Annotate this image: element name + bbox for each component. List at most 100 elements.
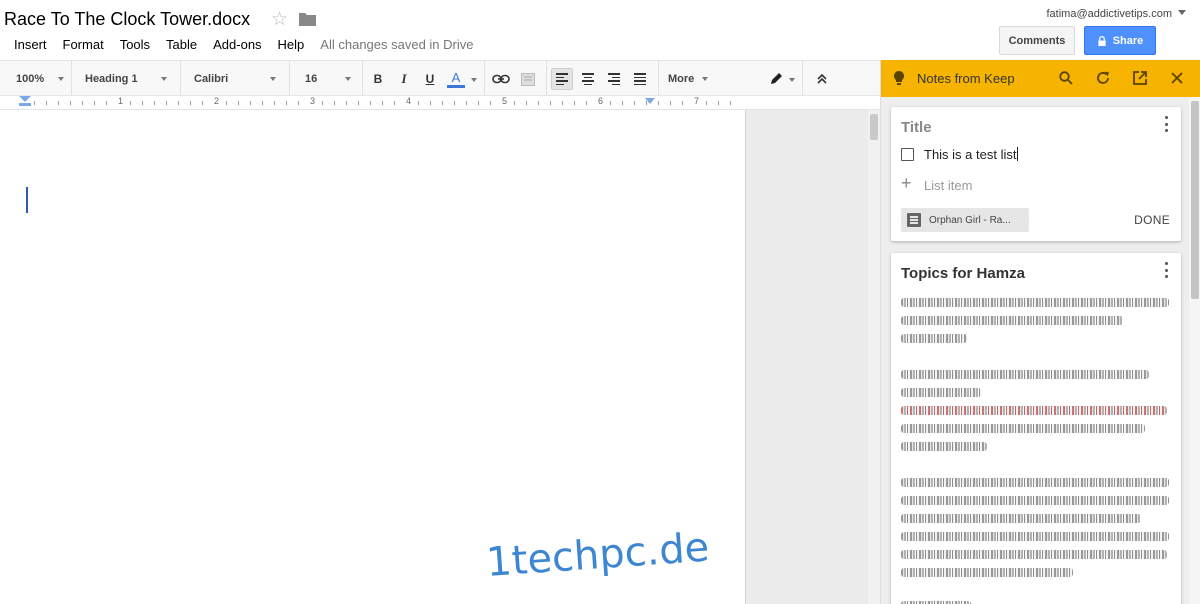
list-item-checkbox[interactable] [901, 148, 914, 161]
link-icon[interactable] [490, 68, 512, 90]
font-select[interactable]: Calibri [194, 68, 276, 90]
underline-button[interactable]: U [419, 68, 441, 90]
ruler-tick [334, 101, 335, 105]
ruler-tick [574, 101, 575, 105]
ruler-tick [538, 101, 539, 105]
more-button[interactable]: More [668, 68, 708, 90]
document-scrollbar[interactable] [868, 110, 880, 604]
ruler-tick [646, 101, 647, 105]
menu-bar: Insert Format Tools Table Add-ons Help A… [6, 36, 474, 53]
chevron-down-icon [270, 77, 276, 81]
redacted-text [901, 334, 967, 343]
share-button[interactable]: Share [1084, 26, 1156, 55]
ruler-tick [490, 101, 491, 105]
linked-document-label: Orphan Girl - Ra... [929, 214, 1011, 226]
chevron-down-icon[interactable] [789, 78, 795, 82]
ruler: 1 2 3 4 5 6 7 [0, 96, 880, 110]
add-list-item-input[interactable]: List item [924, 178, 972, 193]
refresh-icon[interactable] [1094, 69, 1112, 87]
ruler-tick [454, 101, 455, 105]
collapse-toolbar-icon[interactable] [811, 68, 833, 90]
document-canvas: 1techpc.de [0, 110, 868, 604]
comments-button[interactable]: Comments [999, 26, 1075, 55]
document-scroll-thumb[interactable] [870, 114, 878, 140]
formatting-toolbar: 100% Heading 1 Calibri 16 B I U A More [0, 60, 880, 96]
open-in-new-icon[interactable] [1131, 69, 1149, 87]
ruler-number: 7 [694, 96, 700, 106]
more-vert-icon[interactable] [1165, 116, 1169, 132]
align-justify-icon[interactable] [629, 68, 651, 90]
done-button[interactable]: DONE [1134, 213, 1170, 227]
pencil-icon[interactable] [765, 68, 787, 90]
ruler-tick [706, 101, 707, 105]
italic-button[interactable]: I [393, 68, 415, 90]
ruler-tick [550, 101, 551, 105]
text-color-letter: A [451, 69, 461, 85]
note-title-input[interactable]: Title [901, 119, 932, 136]
keep-scroll-thumb[interactable] [1191, 101, 1199, 299]
keep-panel: Notes from Keep Title This is a test lis… [880, 60, 1200, 604]
text-color-button[interactable]: A [445, 68, 467, 90]
search-icon[interactable] [1057, 69, 1075, 87]
ruler-tick [46, 101, 47, 105]
folder-icon[interactable] [299, 12, 316, 26]
bold-button[interactable]: B [367, 68, 389, 90]
zoom-select[interactable]: 100% [16, 68, 64, 90]
menu-tools[interactable]: Tools [112, 36, 158, 53]
plus-icon[interactable]: + [901, 174, 912, 192]
menu-format[interactable]: Format [55, 36, 112, 53]
keep-scrollbar[interactable] [1189, 97, 1200, 604]
linked-document-chip[interactable]: Orphan Girl - Ra... [901, 208, 1029, 232]
ruler-tick [418, 101, 419, 105]
font-size-value: 16 [305, 73, 318, 85]
keep-title: Notes from Keep [917, 71, 1015, 86]
align-right-icon[interactable] [603, 68, 625, 90]
more-vert-icon[interactable] [1165, 262, 1169, 278]
ruler-tick [370, 101, 371, 105]
zoom-value: 100% [16, 73, 45, 85]
redacted-text [901, 514, 1141, 523]
ruler-tick [274, 101, 275, 105]
chevron-down-icon[interactable] [471, 78, 477, 82]
comment-icon[interactable] [517, 68, 539, 90]
document-icon [907, 213, 921, 227]
menu-addons[interactable]: Add-ons [205, 36, 269, 53]
account-email[interactable]: fatima@addictivetips.com [1047, 8, 1173, 20]
align-left-icon[interactable] [551, 68, 573, 90]
document-page[interactable]: 1techpc.de [0, 110, 746, 604]
ruler-tick [286, 101, 287, 105]
ruler-number: 1 [118, 96, 124, 106]
star-icon[interactable]: ☆ [271, 8, 288, 31]
ruler-tick [358, 101, 359, 105]
ruler-tick [142, 101, 143, 105]
font-size-select[interactable]: 16 [305, 68, 351, 90]
ruler-tick [130, 101, 131, 105]
redacted-text [901, 424, 1145, 433]
toolbar-divider [802, 61, 803, 95]
menu-insert[interactable]: Insert [6, 36, 55, 53]
ruler-tick [178, 101, 179, 105]
toolbar-divider [362, 61, 363, 95]
redacted-text [901, 478, 1169, 487]
ruler-tick [34, 101, 35, 105]
redacted-text [901, 550, 1167, 559]
style-select[interactable]: Heading 1 [85, 68, 167, 90]
ruler-tick [82, 101, 83, 105]
ruler-tick [622, 101, 623, 105]
ruler-number: 4 [406, 96, 412, 106]
watermark: 1techpc.de [484, 524, 711, 586]
note-card[interactable]: Topics for Hamza [891, 253, 1181, 604]
align-center-icon[interactable] [577, 68, 599, 90]
menu-help[interactable]: Help [270, 36, 313, 53]
lock-icon [1098, 35, 1106, 46]
ruler-tick [514, 101, 515, 105]
menu-table[interactable]: Table [158, 36, 205, 53]
note-card-editing[interactable]: Title This is a test list + List item Or… [891, 107, 1181, 241]
left-indent-marker-icon[interactable] [19, 96, 31, 106]
ruler-tick [466, 101, 467, 105]
document-title[interactable]: Race To The Clock Tower.docx [4, 9, 250, 30]
save-status[interactable]: All changes saved in Drive [320, 37, 473, 52]
close-icon[interactable] [1168, 69, 1186, 87]
list-item-text[interactable]: This is a test list [924, 147, 1019, 162]
account-chevron-down-icon[interactable] [1178, 10, 1186, 15]
